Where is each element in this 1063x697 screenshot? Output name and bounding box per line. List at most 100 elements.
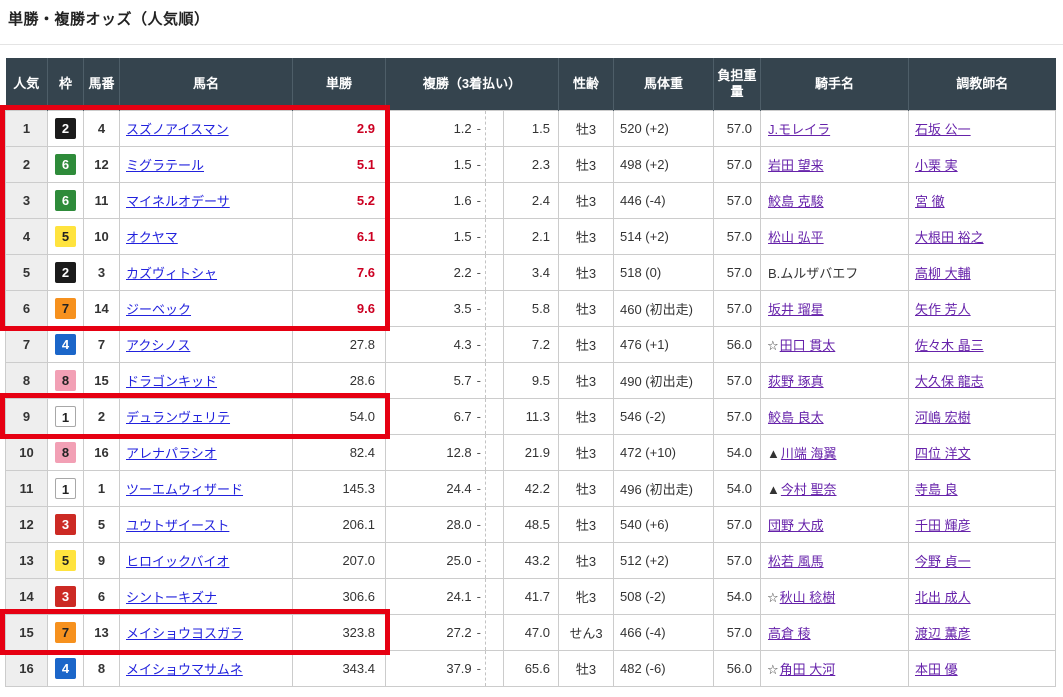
table-row: 3 6 11 マイネルオデーサ 5.2 1.6- 2.4 牡3 446 (-4)… (6, 183, 1056, 219)
trainer-link[interactable]: 千田 輝彦 (915, 518, 971, 533)
jockey-link[interactable]: 鮫島 良太 (768, 410, 824, 425)
horse-name-link[interactable]: アレナパラシオ (126, 446, 217, 461)
trainer-link[interactable]: 今野 貞一 (915, 554, 971, 569)
title-divider (0, 44, 1063, 45)
place-odds-separator: - (477, 409, 481, 424)
jockey-link[interactable]: 鮫島 克駿 (768, 194, 824, 209)
horse-name-link[interactable]: シントーキズナ (126, 590, 217, 605)
sex-age-cell: 牡3 (559, 291, 614, 327)
place-odds-high: 42.2 (504, 471, 559, 507)
horse-number-cell: 11 (84, 183, 120, 219)
place-odds-separator: - (477, 265, 481, 280)
jockey-cell: 松山 弘平 (761, 219, 909, 255)
carry-weight-cell: 57.0 (714, 543, 761, 579)
table-row: 15 7 13 メイショウヨスガラ 323.8 27.2- 47.0 せん3 4… (6, 615, 1056, 651)
trainer-link[interactable]: 小栗 実 (915, 158, 958, 173)
trainer-link[interactable]: 矢作 芳人 (915, 302, 971, 317)
win-odds: 2.9 (293, 111, 386, 147)
horse-name-link[interactable]: マイネルオデーサ (126, 194, 230, 209)
horse-name-link[interactable]: ツーエムウィザード (126, 482, 243, 497)
jockey-link[interactable]: 川端 海翼 (781, 446, 837, 461)
trainer-link[interactable]: 寺島 良 (915, 482, 958, 497)
jockey-link[interactable]: 荻野 琢真 (768, 374, 824, 389)
trainer-link[interactable]: 北出 成人 (915, 590, 971, 605)
win-odds: 5.2 (293, 183, 386, 219)
horse-name-link[interactable]: ヒロイックバイオ (126, 554, 229, 569)
horse-name-cell: ツーエムウィザード (120, 471, 293, 507)
jockey-cell: 団野 大成 (761, 507, 909, 543)
trainer-link[interactable]: 渡辺 薫彦 (915, 626, 971, 641)
trainer-link[interactable]: 大根田 裕之 (915, 230, 984, 245)
col-header-frame: 枠 (48, 58, 84, 111)
place-odds-spacer (486, 363, 504, 399)
place-odds-low: 24.4- (386, 471, 486, 507)
jockey-link[interactable]: 松山 弘平 (768, 230, 824, 245)
rank-cell: 9 (6, 399, 48, 435)
horse-name-link[interactable]: ユウトザイースト (126, 518, 229, 533)
horse-name-link[interactable]: メイショウマサムネ (126, 662, 243, 677)
rank-cell: 2 (6, 147, 48, 183)
jockey-link[interactable]: 団野 大成 (768, 518, 824, 533)
carry-weight-cell: 57.0 (714, 399, 761, 435)
horse-name-link[interactable]: ミグラテール (126, 158, 204, 173)
jockey-cell: ☆秋山 稔樹 (761, 579, 909, 615)
horse-name-link[interactable]: オクヤマ (126, 230, 178, 245)
jockey-link[interactable]: J.モレイラ (768, 122, 830, 137)
jockey-link[interactable]: 角田 大河 (780, 662, 836, 677)
col-header-horse: 馬名 (120, 58, 293, 111)
trainer-link[interactable]: 本田 優 (915, 662, 958, 677)
horse-name-link[interactable]: ジーベック (126, 302, 191, 317)
rank-cell: 1 (6, 111, 48, 147)
horse-name-link[interactable]: アクシノス (126, 338, 190, 353)
horse-name-link[interactable]: ドラゴンキッド (126, 374, 217, 389)
jockey-link[interactable]: 坂井 瑠星 (768, 302, 824, 317)
horse-name-link[interactable]: デュランヴェリテ (126, 410, 230, 425)
jockey-link[interactable]: 今村 聖奈 (781, 482, 837, 497)
table-header: 人気 枠 馬番 馬名 単勝 複勝（3着払い） 性齢 馬体重 負担重量 騎手名 調… (6, 58, 1056, 111)
trainer-link[interactable]: 大久保 龍志 (915, 374, 984, 389)
place-odds-separator: - (477, 445, 481, 460)
carry-weight-cell: 57.0 (714, 183, 761, 219)
frame-cell: 8 (48, 435, 84, 471)
win-odds: 54.0 (293, 399, 386, 435)
horse-weight-cell: 508 (-2) (614, 579, 714, 615)
frame-badge: 4 (55, 334, 76, 355)
place-odds-low: 3.5- (386, 291, 486, 327)
trainer-link[interactable]: 高柳 大輔 (915, 266, 971, 281)
horse-number-cell: 14 (84, 291, 120, 327)
table-row: 4 5 10 オクヤマ 6.1 1.5- 2.1 牡3 514 (+2) 57.… (6, 219, 1056, 255)
horse-name-cell: ドラゴンキッド (120, 363, 293, 399)
jockey-link[interactable]: 高倉 稜 (768, 626, 811, 641)
carry-weight-cell: 57.0 (714, 147, 761, 183)
horse-name-link[interactable]: スズノアイスマン (126, 122, 229, 137)
trainer-cell: 北出 成人 (909, 579, 1056, 615)
frame-badge: 2 (55, 118, 76, 139)
jockey-cell: ▲川端 海翼 (761, 435, 909, 471)
trainer-link[interactable]: 宮 徹 (915, 194, 945, 209)
win-odds: 27.8 (293, 327, 386, 363)
trainer-link[interactable]: 石坂 公一 (915, 122, 971, 137)
trainer-link[interactable]: 四位 洋文 (915, 446, 971, 461)
trainer-cell: 大根田 裕之 (909, 219, 1056, 255)
jockey-link[interactable]: 秋山 稔樹 (780, 590, 836, 605)
place-odds-spacer (486, 435, 504, 471)
jockey-mark: ☆ (767, 338, 779, 353)
col-header-rank: 人気 (6, 58, 48, 111)
trainer-cell: 今野 貞一 (909, 543, 1056, 579)
jockey-cell: 坂井 瑠星 (761, 291, 909, 327)
trainer-link[interactable]: 河嶋 宏樹 (915, 410, 971, 425)
jockey-link[interactable]: 松若 風馬 (768, 554, 824, 569)
place-odds-low: 37.9- (386, 651, 486, 687)
horse-name-link[interactable]: カズヴィトシャ (126, 266, 217, 281)
jockey-link[interactable]: 岩田 望来 (768, 158, 824, 173)
place-odds-high: 2.3 (504, 147, 559, 183)
win-odds: 28.6 (293, 363, 386, 399)
horse-name-link[interactable]: メイショウヨスガラ (126, 626, 243, 641)
horse-name-cell: オクヤマ (120, 219, 293, 255)
carry-weight-cell: 54.0 (714, 471, 761, 507)
place-odds-separator: - (477, 625, 481, 640)
carry-weight-cell: 57.0 (714, 363, 761, 399)
trainer-link[interactable]: 佐々木 晶三 (915, 338, 984, 353)
jockey-link[interactable]: 田口 貫太 (780, 338, 836, 353)
horse-name-cell: カズヴィトシャ (120, 255, 293, 291)
